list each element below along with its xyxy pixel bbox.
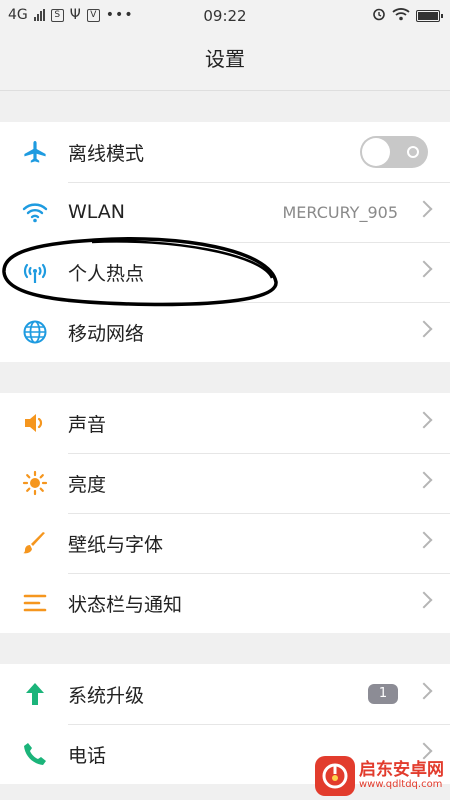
chevron-right-icon — [415, 682, 433, 700]
hotspot-icon — [18, 255, 52, 289]
watermark-title: 启东安卓网 — [359, 759, 444, 780]
watermark-url: www.qdltdq.com — [359, 778, 443, 790]
chevron-right-icon — [415, 411, 433, 429]
chevron-right-icon — [415, 471, 433, 489]
chevron-right-icon — [415, 200, 433, 218]
wifi-icon — [392, 7, 410, 25]
setting-row-system-upgrade[interactable]: 系统升级 1 — [0, 664, 450, 724]
brush-icon — [18, 526, 52, 560]
toggle-off-indicator — [407, 146, 419, 158]
section-display-sound: 声音 亮度 壁纸与字体 状态栏与通知 — [0, 393, 450, 633]
setting-label: 壁纸与字体 — [68, 533, 164, 556]
watermark: 启东安卓网 www.qdltdq.com — [315, 756, 444, 796]
status-right — [372, 7, 443, 25]
wifi-icon — [18, 195, 52, 229]
status-bar: 4G S Ψ V ••• 09:22 — [0, 0, 450, 32]
setting-label: 移动网络 — [68, 322, 145, 345]
setting-label: 离线模式 — [68, 142, 145, 165]
chevron-right-icon — [415, 260, 433, 278]
setting-label: WLAN — [68, 201, 126, 223]
page-title: 设置 — [0, 32, 450, 91]
setting-row-wallpaper-font[interactable]: 壁纸与字体 — [0, 513, 450, 573]
globe-icon — [18, 315, 52, 349]
airplane-mode-toggle[interactable] — [360, 136, 428, 168]
setting-label: 亮度 — [68, 473, 107, 496]
brightness-icon — [18, 466, 52, 500]
battery-charging-icon — [416, 10, 443, 22]
alarm-icon — [372, 7, 386, 25]
setting-label: 电话 — [68, 744, 107, 767]
setting-row-statusbar-notifications[interactable]: 状态栏与通知 — [0, 573, 450, 633]
section-connectivity: 离线模式 WLAN MERCURY_905 个人热点 移动网络 — [0, 122, 450, 362]
speaker-icon — [18, 406, 52, 440]
setting-row-hotspot[interactable]: 个人热点 — [0, 242, 450, 302]
airplane-icon — [18, 135, 52, 169]
chevron-right-icon — [415, 531, 433, 549]
phone-icon — [18, 737, 52, 771]
setting-row-wlan[interactable]: WLAN MERCURY_905 — [0, 182, 450, 242]
wlan-network-name: MERCURY_905 — [282, 202, 398, 222]
chevron-right-icon — [415, 591, 433, 609]
update-count-badge: 1 — [368, 684, 398, 704]
watermark-text: 启东安卓网 www.qdltdq.com — [359, 759, 444, 790]
setting-label: 状态栏与通知 — [68, 593, 183, 616]
setting-label: 声音 — [68, 413, 107, 436]
upgrade-arrow-icon — [18, 677, 52, 711]
watermark-logo-icon — [315, 756, 355, 796]
setting-row-sound[interactable]: 声音 — [0, 393, 450, 453]
notification-bar-icon — [18, 586, 52, 620]
setting-label: 系统升级 — [68, 684, 145, 707]
setting-row-mobile-network[interactable]: 移动网络 — [0, 302, 450, 362]
setting-label: 个人热点 — [68, 262, 145, 285]
setting-row-brightness[interactable]: 亮度 — [0, 453, 450, 513]
chevron-right-icon — [415, 320, 433, 338]
toggle-knob — [362, 138, 390, 166]
setting-row-airplane[interactable]: 离线模式 — [0, 122, 450, 182]
